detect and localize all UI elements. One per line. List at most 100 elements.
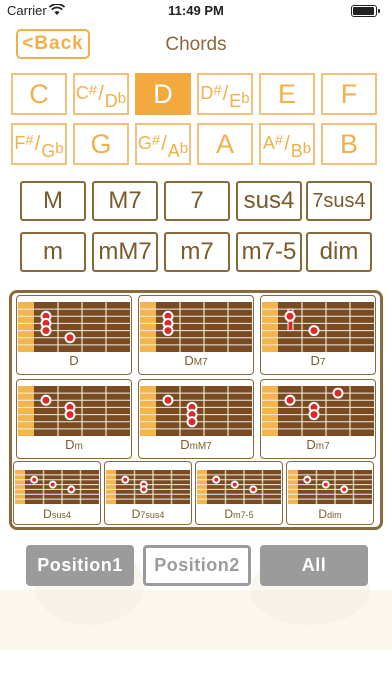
chord-diagram-dsus4[interactable]: Dsus4: [13, 461, 101, 525]
key-label: G: [90, 128, 112, 159]
key-button-f[interactable]: F: [321, 73, 377, 115]
finger-dot: [30, 475, 39, 484]
finger-dot: [230, 480, 239, 489]
chord-type-label: mM7: [98, 238, 152, 265]
chord-diagram-d[interactable]: D: [16, 295, 132, 375]
chord-name: Dsus4: [14, 507, 100, 521]
chord-suffix: M7: [193, 357, 208, 368]
finger-dot: [284, 394, 296, 406]
key-button-csharp-db[interactable]: C # / Db: [73, 73, 129, 115]
chord-type-label: M: [43, 187, 63, 214]
key-button-c[interactable]: C: [11, 73, 67, 115]
position1-button[interactable]: Position1: [26, 545, 134, 586]
key-button-g[interactable]: G: [73, 123, 129, 165]
key-button-d[interactable]: D: [135, 73, 191, 115]
chord-type-label: m: [43, 238, 63, 265]
flat-sign: b: [302, 139, 312, 157]
finger-dot: [321, 480, 330, 489]
sharp-sign: #: [151, 131, 161, 149]
sharp-sign: #: [88, 81, 98, 99]
chord-type-label: dim: [319, 238, 359, 265]
finger-dot: [64, 409, 76, 421]
chord-name: D7sus4: [105, 507, 191, 521]
chord-type-m[interactable]: M: [20, 181, 86, 221]
key-divider: /: [98, 82, 104, 105]
key-button-asharp-bb[interactable]: A # / Bb: [259, 123, 315, 165]
chord-root: D: [306, 437, 316, 452]
key-label: D # / Eb: [200, 82, 249, 111]
chord-root: D: [184, 353, 194, 368]
finger-dot: [212, 475, 221, 484]
chord-diagram-dm[interactable]: Dm: [16, 379, 132, 459]
sharp-sign: #: [274, 131, 284, 149]
chord-diagram-ddim[interactable]: Ddim: [286, 461, 374, 525]
chord-type-label: 7sus4: [312, 189, 366, 212]
chord-root: D: [43, 507, 52, 521]
chord-diagram-dm7[interactable]: DM7: [138, 295, 254, 375]
key-label: E: [277, 78, 296, 109]
key-button-b[interactable]: B: [321, 123, 377, 165]
chord-diagram-d7[interactable]: D7: [260, 295, 376, 375]
chord-diagram-dm7-5[interactable]: Dm7-5: [195, 461, 283, 525]
finger-dot: [249, 485, 258, 494]
key-label: D: [153, 78, 173, 109]
page-title: Chords: [165, 34, 227, 55]
key-button-a[interactable]: A: [197, 123, 253, 165]
chord-root: D: [180, 437, 190, 452]
chord-type-m[interactable]: m: [20, 232, 86, 272]
key-button-fsharp-gb[interactable]: F # / Gb: [11, 123, 67, 165]
chord-type-7sus4[interactable]: 7sus4: [306, 181, 372, 221]
chord-name: DmM7: [139, 437, 253, 452]
chord-root: D: [131, 507, 141, 521]
chord-type-m7[interactable]: M7: [92, 181, 158, 221]
fretboard: [262, 386, 374, 436]
key-natural: D: [200, 82, 214, 103]
status-bar: Carrier 11:49 PM: [0, 0, 392, 22]
finger-dot: [67, 485, 76, 494]
key-button-gsharp-ab[interactable]: G # / Ab: [135, 123, 191, 165]
chord-root: D: [310, 353, 320, 368]
finger-dot: [303, 475, 312, 484]
chord-suffix: m: [74, 441, 83, 452]
chord-type-sus4[interactable]: sus4: [236, 181, 302, 221]
chord-diagram-dm7[interactable]: Dm7: [260, 379, 376, 459]
chord-name: Dm7-5: [196, 507, 282, 521]
key-label: F # / Gb: [14, 131, 63, 161]
all-button[interactable]: All: [260, 545, 368, 586]
chord-type-label: m7-5: [241, 238, 297, 265]
chord-root: D: [318, 507, 328, 521]
key-divider: /: [284, 132, 290, 155]
finger-dot: [121, 475, 130, 484]
chord-type-label: 7: [190, 187, 204, 214]
chord-name: D7: [261, 353, 375, 368]
fretboard: [18, 386, 130, 436]
key-flat-root: E: [229, 90, 242, 111]
chord-type-mm7[interactable]: mM7: [92, 232, 158, 272]
finger-dot: [186, 416, 198, 428]
chord-diagram-d7sus4[interactable]: D7sus4: [104, 461, 192, 525]
key-natural: F: [14, 132, 26, 153]
chord-type-7[interactable]: 7: [164, 181, 230, 221]
key-label: C: [29, 78, 49, 109]
sharp-sign: #: [25, 131, 34, 149]
position2-button[interactable]: Position2: [143, 545, 251, 586]
key-natural: A: [262, 132, 275, 153]
chord-diagram-dmm7[interactable]: DmM7: [138, 379, 254, 459]
key-label: A # / Bb: [262, 131, 312, 161]
fretboard: [15, 470, 99, 504]
fretboard: [106, 470, 190, 504]
battery-level: [353, 7, 374, 15]
chord-type-m7[interactable]: m7: [164, 232, 230, 272]
chord-type-dim[interactable]: dim: [306, 232, 372, 272]
key-button-dsharp-eb[interactable]: D # / Eb: [197, 73, 253, 115]
fretboard: [18, 302, 130, 352]
finger-dot: [284, 310, 296, 322]
finger-dot: [340, 485, 349, 494]
key-button-e[interactable]: E: [259, 73, 315, 115]
flat-sign: b: [179, 139, 189, 157]
finger-dot: [308, 325, 320, 337]
chord-type-m7-5[interactable]: m7-5: [236, 232, 302, 272]
fretboard: [140, 302, 252, 352]
chord-suffix: dim: [327, 510, 342, 520]
key-label: C # / Db: [76, 81, 126, 111]
